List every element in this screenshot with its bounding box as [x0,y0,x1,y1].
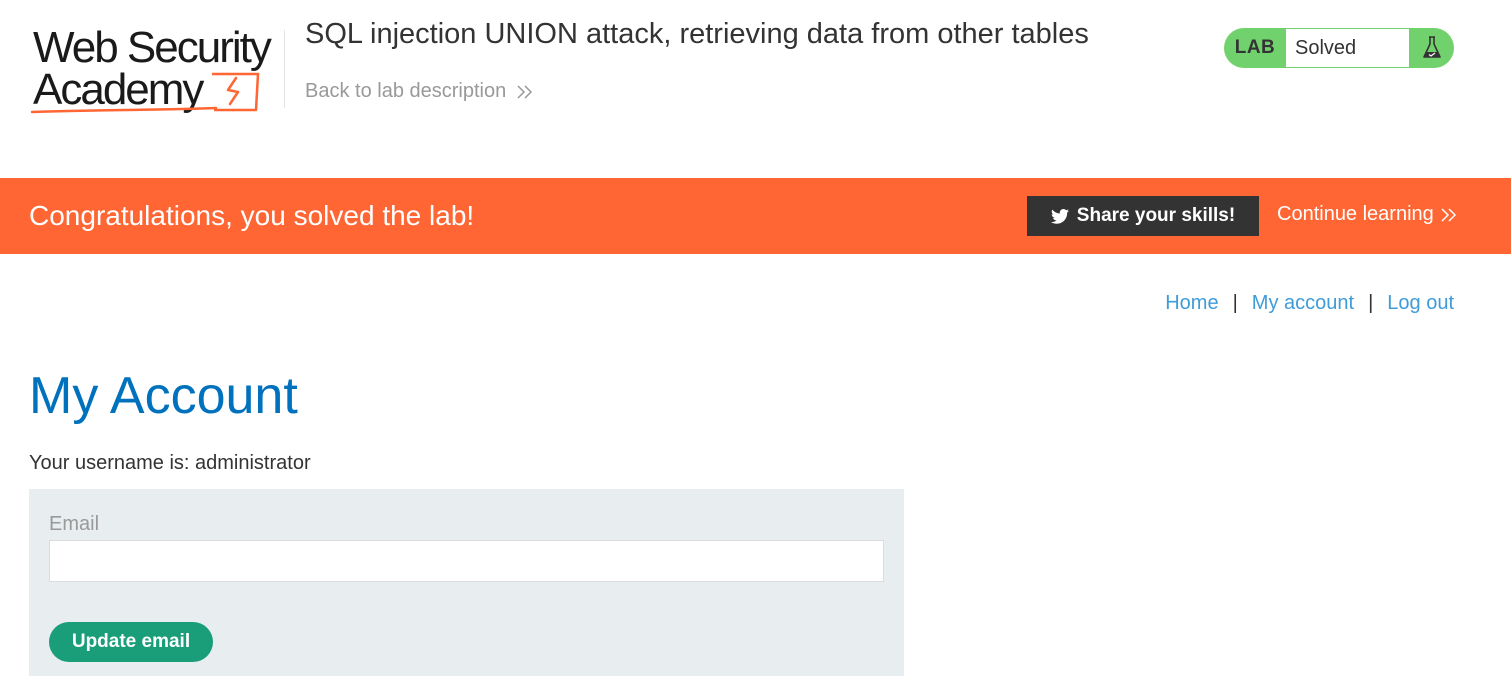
lab-header: Web Security Academy SQL injection UNION… [0,0,1511,178]
top-navigation: Home | My account | Log out [1165,292,1454,315]
share-skills-label: Share your skills! [1076,205,1236,226]
lab-badge: LAB [1234,37,1276,58]
logo-graphic [30,72,260,114]
back-to-lab-description-link[interactable]: Back to lab description [305,80,534,103]
nav-separator: | [1368,292,1374,314]
share-skills-button[interactable]: Share your skills! [1027,196,1259,236]
header-divider [284,30,285,108]
solved-banner: Congratulations, you solved the lab! Sha… [0,178,1511,254]
double-chevron-right-icon [1441,207,1456,222]
lab-status-widget: LAB Solved [1224,28,1454,68]
nav-home-link[interactable]: Home [1165,292,1218,315]
flask-icon [1409,28,1454,68]
username-text: Your username is: administrator [29,452,311,474]
lab-title: SQL injection UNION attack, retrieving d… [305,18,1089,50]
continue-learning-link[interactable]: Continue learning [1277,203,1458,226]
lab-status-text: Solved [1286,29,1409,67]
email-field[interactable] [49,540,884,582]
nav-separator: | [1232,292,1238,314]
congratulations-message: Congratulations, you solved the lab! [29,200,475,231]
back-link-label: Back to lab description [305,80,507,102]
continue-learning-label: Continue learning [1277,203,1434,225]
double-chevron-right-icon [517,84,533,99]
email-label: Email [49,513,100,535]
web-security-academy-logo[interactable]: Web Security Academy [30,26,282,118]
update-email-button[interactable]: Update email [49,622,213,662]
page-title: My Account [29,367,298,425]
nav-log-out-link[interactable]: Log out [1387,292,1454,315]
nav-my-account-link[interactable]: My account [1252,292,1354,315]
twitter-icon [1050,208,1069,224]
change-email-form: Email Update email [29,489,904,676]
